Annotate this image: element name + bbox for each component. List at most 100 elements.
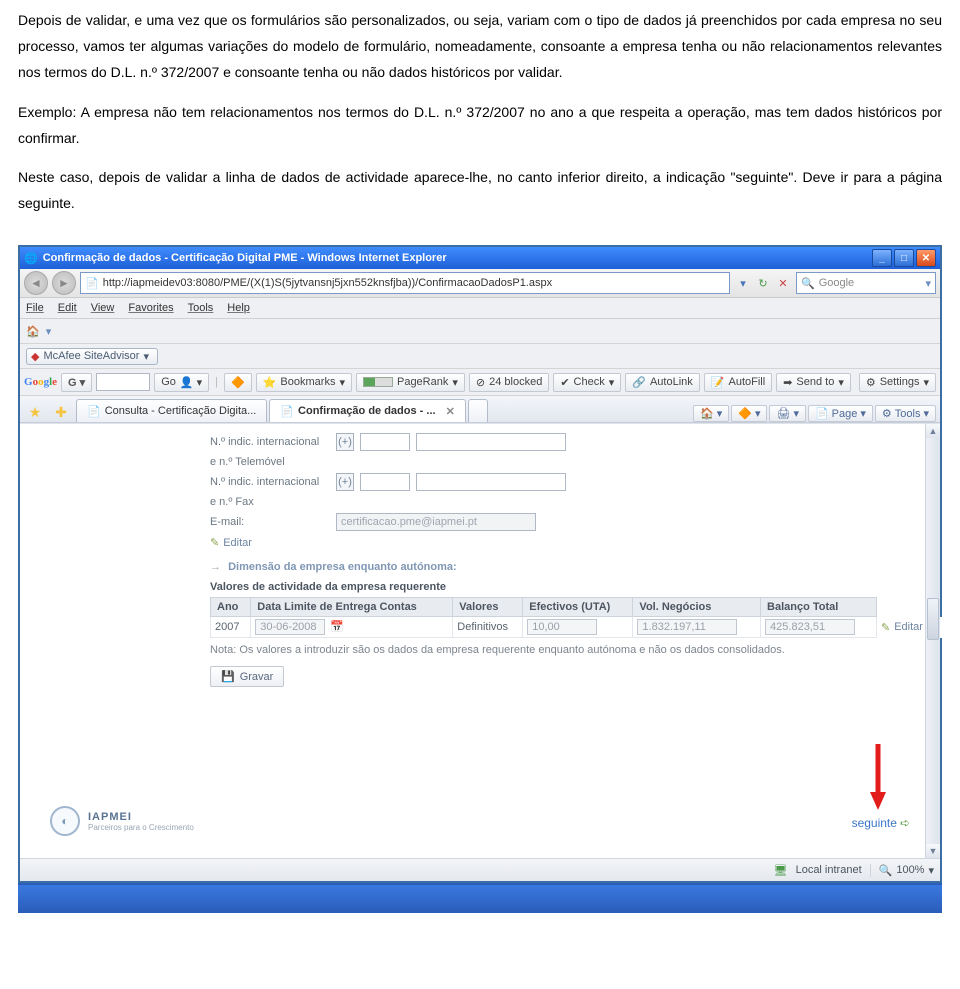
google-search-input[interactable] <box>96 373 150 391</box>
input-email[interactable]: certificacao.pme@iapmei.pt <box>336 513 536 531</box>
back-button[interactable]: ◄ <box>24 271 48 295</box>
input-vneg[interactable]: 1.832.197,11 <box>637 619 737 635</box>
search-placeholder: Google <box>819 277 854 289</box>
zoom-dropdown-icon[interactable]: ▾ <box>928 864 934 877</box>
siteadvisor-bar: ◆ McAfee SiteAdvisor ▾ <box>20 344 940 369</box>
google-bookmarks-button[interactable]: ⭐ Bookmarks ▾ <box>256 373 352 392</box>
menu-edit[interactable]: Edit <box>58 302 77 314</box>
seguinte-link[interactable]: seguinte ➪ <box>852 816 910 830</box>
tab-page-icon: 📄 <box>87 405 101 418</box>
section-arrow-icon: → <box>210 561 221 573</box>
ie-logo-icon: 🌐 <box>24 252 38 265</box>
minimize-button[interactable]: _ <box>872 249 892 267</box>
google-feed-button[interactable]: 🔶 <box>224 373 252 392</box>
tab-consulta-label: Consulta - Certificação Digita... <box>105 405 257 417</box>
google-toolbar: Google G ▾ Go 👤 ▾ | 🔶 ⭐ Bookmarks ▾ Page… <box>20 369 940 396</box>
google-go-button[interactable]: Go 👤 ▾ <box>154 373 209 392</box>
url-text: http://iapmeidev03:8080/PME/(X(1)S(5jytv… <box>103 277 552 289</box>
label-email: E-mail: <box>210 516 330 528</box>
table-row: 2007 30-06-2008 📅 Definitivos 10,00 1.83… <box>211 617 960 638</box>
google-check-button[interactable]: ✔ Check ▾ <box>553 373 621 392</box>
search-dropdown-icon[interactable]: ▾ <box>925 277 931 290</box>
google-autolink-button[interactable]: 🔗 AutoLink <box>625 373 700 392</box>
address-bar: ◄ ► 📄 http://iapmeidev03:8080/PME/(X(1)S… <box>20 269 940 298</box>
input-indic-2[interactable] <box>360 473 410 491</box>
gravar-button[interactable]: 💾 Gravar <box>210 666 284 687</box>
cell-vneg: 1.832.197,11 <box>633 617 761 638</box>
plus-icon[interactable]: (+) <box>336 473 354 491</box>
siteadvisor-button[interactable]: ◆ McAfee SiteAdvisor ▾ <box>26 348 158 365</box>
vertical-scrollbar[interactable]: ▲ ▼ <box>925 424 940 858</box>
table-header-row: Ano Data Limite de Entrega Contas Valore… <box>211 598 960 617</box>
print-button[interactable]: 🖨 <box>769 405 806 422</box>
google-brand-dropdown[interactable]: G ▾ <box>61 373 92 392</box>
google-blocked-button[interactable]: ⊘ 24 blocked <box>469 373 549 392</box>
maximize-button[interactable]: □ <box>894 249 914 267</box>
zoom-icon: 🔍 <box>879 864 893 877</box>
editar-link-1[interactable]: ✎ Editar <box>210 536 252 549</box>
close-button[interactable]: ✕ <box>916 249 936 267</box>
input-data[interactable]: 30-06-2008 <box>255 619 325 635</box>
page-menu-button[interactable]: 📄 Page <box>808 405 873 422</box>
home-shortcut-icon[interactable]: 🏠 <box>26 325 40 338</box>
url-dropdown-icon[interactable]: ▾ <box>734 274 752 292</box>
gravar-label: Gravar <box>240 671 274 683</box>
google-autofill-button[interactable]: 📝 AutoFill <box>704 373 772 392</box>
google-sendto-button[interactable]: ➡ Send to ▾ <box>776 373 851 392</box>
input-fax[interactable] <box>416 473 566 491</box>
row-fax-label: e n.º Fax <box>210 492 930 512</box>
stop-button[interactable]: ✕ <box>774 274 792 292</box>
section-dimensao-title: Dimensão da empresa enquanto autónoma: <box>228 561 457 573</box>
tools-menu-button[interactable]: ⚙ Tools <box>875 405 936 422</box>
new-tab-button[interactable] <box>468 399 488 422</box>
scroll-up-button[interactable]: ▲ <box>926 424 940 438</box>
status-bar: 🖥 Local intranet 🔍 100% ▾ <box>20 858 940 881</box>
iapmei-footer: ◐ IAPMEI Parceiros para o Crescimento <box>50 806 194 836</box>
col-efectivos: Efectivos (UTA) <box>523 598 633 617</box>
input-balanco[interactable]: 425.823,51 <box>765 619 855 635</box>
menu-file[interactable]: File <box>26 302 44 314</box>
input-indic-1[interactable] <box>360 433 410 451</box>
add-favorites-icon[interactable]: ✚ <box>50 402 72 422</box>
iapmei-name: IAPMEI <box>88 811 194 823</box>
forward-button[interactable]: ► <box>52 271 76 295</box>
google-settings-button[interactable]: ⚙ Settings ▾ <box>859 373 936 392</box>
input-tel-1[interactable] <box>416 433 566 451</box>
calendar-icon[interactable]: 📅 <box>330 621 344 633</box>
browser-window: 🌐 Confirmação de dados - Certificação Di… <box>18 245 942 883</box>
favorites-star-icon[interactable]: ★ <box>24 402 46 422</box>
links-dropdown-icon[interactable]: ▾ <box>46 325 52 338</box>
menu-favorites[interactable]: Favorites <box>128 302 173 314</box>
title-bar: 🌐 Confirmação de dados - Certificação Di… <box>20 247 940 269</box>
cell-efectivos: 10,00 <box>523 617 633 638</box>
tab-close-icon[interactable]: ✕ <box>446 405 455 418</box>
tab-strip: ★ ✚ 📄 Consulta - Certificação Digita... … <box>20 396 940 423</box>
label-indic-2: N.º indic. internacional <box>210 476 330 488</box>
edit-icon: ✎ <box>881 621 890 634</box>
input-efectivos[interactable]: 10,00 <box>527 619 597 635</box>
zoom-control[interactable]: 🔍 100% ▾ <box>870 864 934 877</box>
menu-bar: File Edit View Favorites Tools Help <box>20 298 940 319</box>
menu-help[interactable]: Help <box>227 302 250 314</box>
tab-consulta[interactable]: 📄 Consulta - Certificação Digita... <box>76 399 267 422</box>
label-indic-1: N.º indic. internacional <box>210 436 330 448</box>
tab-confirmacao[interactable]: 📄 Confirmação de dados - ... ✕ <box>269 399 465 422</box>
menu-view[interactable]: View <box>91 302 115 314</box>
col-ano: Ano <box>211 598 251 617</box>
home-button[interactable]: 🏠 <box>693 405 729 422</box>
feeds-button[interactable]: 🔶 <box>731 405 767 422</box>
menu-tools[interactable]: Tools <box>188 302 214 314</box>
plus-icon[interactable]: (+) <box>336 433 354 451</box>
row-fax-indic: N.º indic. internacional (+) <box>210 472 930 492</box>
scroll-down-button[interactable]: ▼ <box>926 844 940 858</box>
url-input[interactable]: 📄 http://iapmeidev03:8080/PME/(X(1)S(5jy… <box>80 272 730 294</box>
refresh-button[interactable]: ↻ <box>754 274 772 292</box>
search-input[interactable]: 🔍 Google ▾ <box>796 272 936 294</box>
google-pagerank-button[interactable]: PageRank ▾ <box>356 373 465 392</box>
label-fax: e n.º Fax <box>210 496 330 508</box>
tab-page-icon: 📄 <box>280 405 294 418</box>
scroll-thumb[interactable] <box>927 598 939 640</box>
note-text: Nota: Os valores a introduzir são os dad… <box>210 644 930 656</box>
editar-link-row[interactable]: ✎ Editar <box>881 621 923 634</box>
search-icon: 🔍 <box>801 277 815 290</box>
